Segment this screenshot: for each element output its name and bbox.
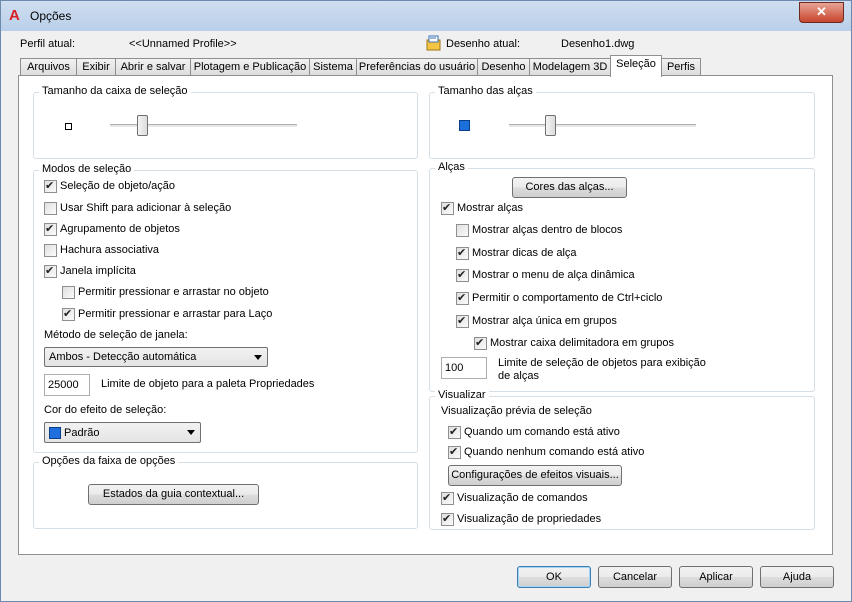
checkbox-property-preview[interactable] [441,512,454,526]
grip-limit-value: 100 [445,362,464,374]
checkbox-grips-in-blocks[interactable] [456,224,469,237]
label-grip-tips: Mostrar dicas de alça [472,247,577,259]
selection-preview-label: Visualização prévia de seleção [441,405,592,417]
apply-button[interactable]: Aplicar [679,566,753,588]
ribbon-options-title: Opções da faixa de opções [39,455,179,467]
window-title: Opções [30,9,72,23]
window-method-select[interactable]: Ambos - Detecção automática [44,347,268,367]
pickbox-size-title: Tamanho da caixa de seleção [39,85,191,97]
profile-value: <<Unnamed Profile>> [129,38,237,50]
checkbox-associative-hatch[interactable] [44,244,57,257]
label-noun-verb: Seleção de objeto/ação [60,180,175,192]
checkbox-preview-command-active[interactable] [448,425,461,439]
checkbox-ctrl-cycle[interactable] [456,291,469,305]
ok-button[interactable]: OK [517,566,591,588]
preview-title: Visualizar [435,389,489,401]
label-implied-window: Janela implícita [60,265,136,277]
label-single-grip-groups: Mostrar alça única em grupos [472,315,617,327]
label-associative-hatch: Hachura associativa [60,244,160,256]
label-command-preview: Visualização de comandos [457,492,588,504]
checkbox-single-grip-groups[interactable] [456,314,469,328]
object-limit-input[interactable]: 25000 [44,374,90,396]
tab-sistema[interactable]: Sistema [309,58,357,76]
label-preview-no-command: Quando nenhum comando está ativo [464,446,645,458]
tab-exibir[interactable]: Exibir [76,58,116,76]
label-preview-command-active: Quando um comando está ativo [464,426,620,438]
drawing-value: Desenho1.dwg [561,38,635,50]
grip-size-title: Tamanho das alças [435,85,536,97]
color-swatch-icon [49,427,61,439]
tab-modelagem-3d[interactable]: Modelagem 3D [529,58,611,76]
contextual-tab-states-button[interactable]: Estados da guia contextual... [88,484,259,505]
close-button[interactable]: ✕ [799,2,844,23]
tab-abrir-salvar[interactable]: Abrir e salvar [115,58,191,76]
label-press-drag-lasso: Permitir pressionar e arrastar para Laço [78,308,273,320]
close-icon: ✕ [816,4,827,19]
tab-arquivos[interactable]: Arquivos [20,58,77,76]
label-shift-add: Usar Shift para adicionar à seleção [60,202,232,214]
effect-color-label: Cor do efeito de seleção: [44,404,167,416]
checkbox-preview-no-command[interactable] [448,445,461,459]
app-logo-icon: A [9,7,20,24]
checkbox-shift-add[interactable] [44,202,57,215]
chevron-down-icon [187,430,195,435]
drawing-icon [426,35,441,51]
pickbox-slider-thumb[interactable] [137,115,148,136]
grip-limit-label-2: de alças [498,370,539,382]
title-bar[interactable]: A Opções ✕ [1,1,851,31]
checkbox-bounding-box-groups[interactable] [474,336,487,350]
tab-preferencias[interactable]: Preferências do usuário [356,58,478,76]
label-object-grouping: Agrupamento de objetos [60,223,180,235]
label-show-grips: Mostrar alças [457,202,524,214]
checkbox-noun-verb[interactable] [44,179,57,193]
chevron-down-icon [254,355,262,360]
label-property-preview: Visualização de propriedades [457,513,602,525]
effect-color-select[interactable]: Padrão [44,422,201,443]
object-limit-value: 25000 [48,379,79,391]
object-limit-label: Limite de objeto para a paleta Proprieda… [101,378,315,390]
checkbox-show-grips[interactable] [441,201,454,215]
grip-preview [459,120,470,131]
checkbox-press-drag-object[interactable] [62,286,75,299]
selection-modes-title: Modos de seleção [39,163,135,175]
window-method-label: Método de seleção de janela: [44,329,188,341]
tab-plotagem[interactable]: Plotagem e Publicação [190,58,310,76]
window-method-value: Ambos - Detecção automática [49,351,197,363]
tab-perfis[interactable]: Perfis [661,58,701,76]
grip-slider-thumb[interactable] [545,115,556,136]
grip-limit-label-1: Limite de seleção de objetos para exibiç… [498,357,706,369]
drawing-label: Desenho atual: [446,38,520,50]
label-dynamic-grip-menu: Mostrar o menu de alça dinâmica [472,269,635,281]
tab-selecao[interactable]: Seleção [610,55,662,77]
grips-title: Alças [435,161,468,173]
checkbox-implied-window[interactable] [44,264,57,278]
label-ctrl-cycle: Permitir o comportamento de Ctrl+ciclo [472,292,663,304]
label-grips-in-blocks: Mostrar alças dentro de blocos [472,224,623,236]
label-press-drag-object: Permitir pressionar e arrastar no objeto [78,286,269,298]
cancel-button[interactable]: Cancelar [598,566,672,588]
grip-colors-button[interactable]: Cores das alças... [512,177,627,198]
grip-slider-track[interactable] [509,124,696,128]
checkbox-dynamic-grip-menu[interactable] [456,268,469,282]
checkbox-command-preview[interactable] [441,491,454,505]
profile-label: Perfil atual: [20,38,76,50]
checkbox-grip-tips[interactable] [456,246,469,260]
effect-color-value: Padrão [64,427,100,439]
pickbox-preview [65,123,72,130]
checkbox-object-grouping[interactable] [44,222,57,236]
label-bounding-box-groups: Mostrar caixa delimitadora em grupos [490,337,675,349]
checkbox-press-drag-lasso[interactable] [62,307,75,321]
visual-effects-button[interactable]: Configurações de efeitos visuais... [448,465,622,486]
tab-bar: Arquivos Exibir Abrir e salvar Plotagem … [20,55,720,77]
help-button[interactable]: Ajuda [760,566,834,588]
grip-limit-input[interactable]: 100 [441,357,487,379]
tab-desenho[interactable]: Desenho [477,58,530,76]
